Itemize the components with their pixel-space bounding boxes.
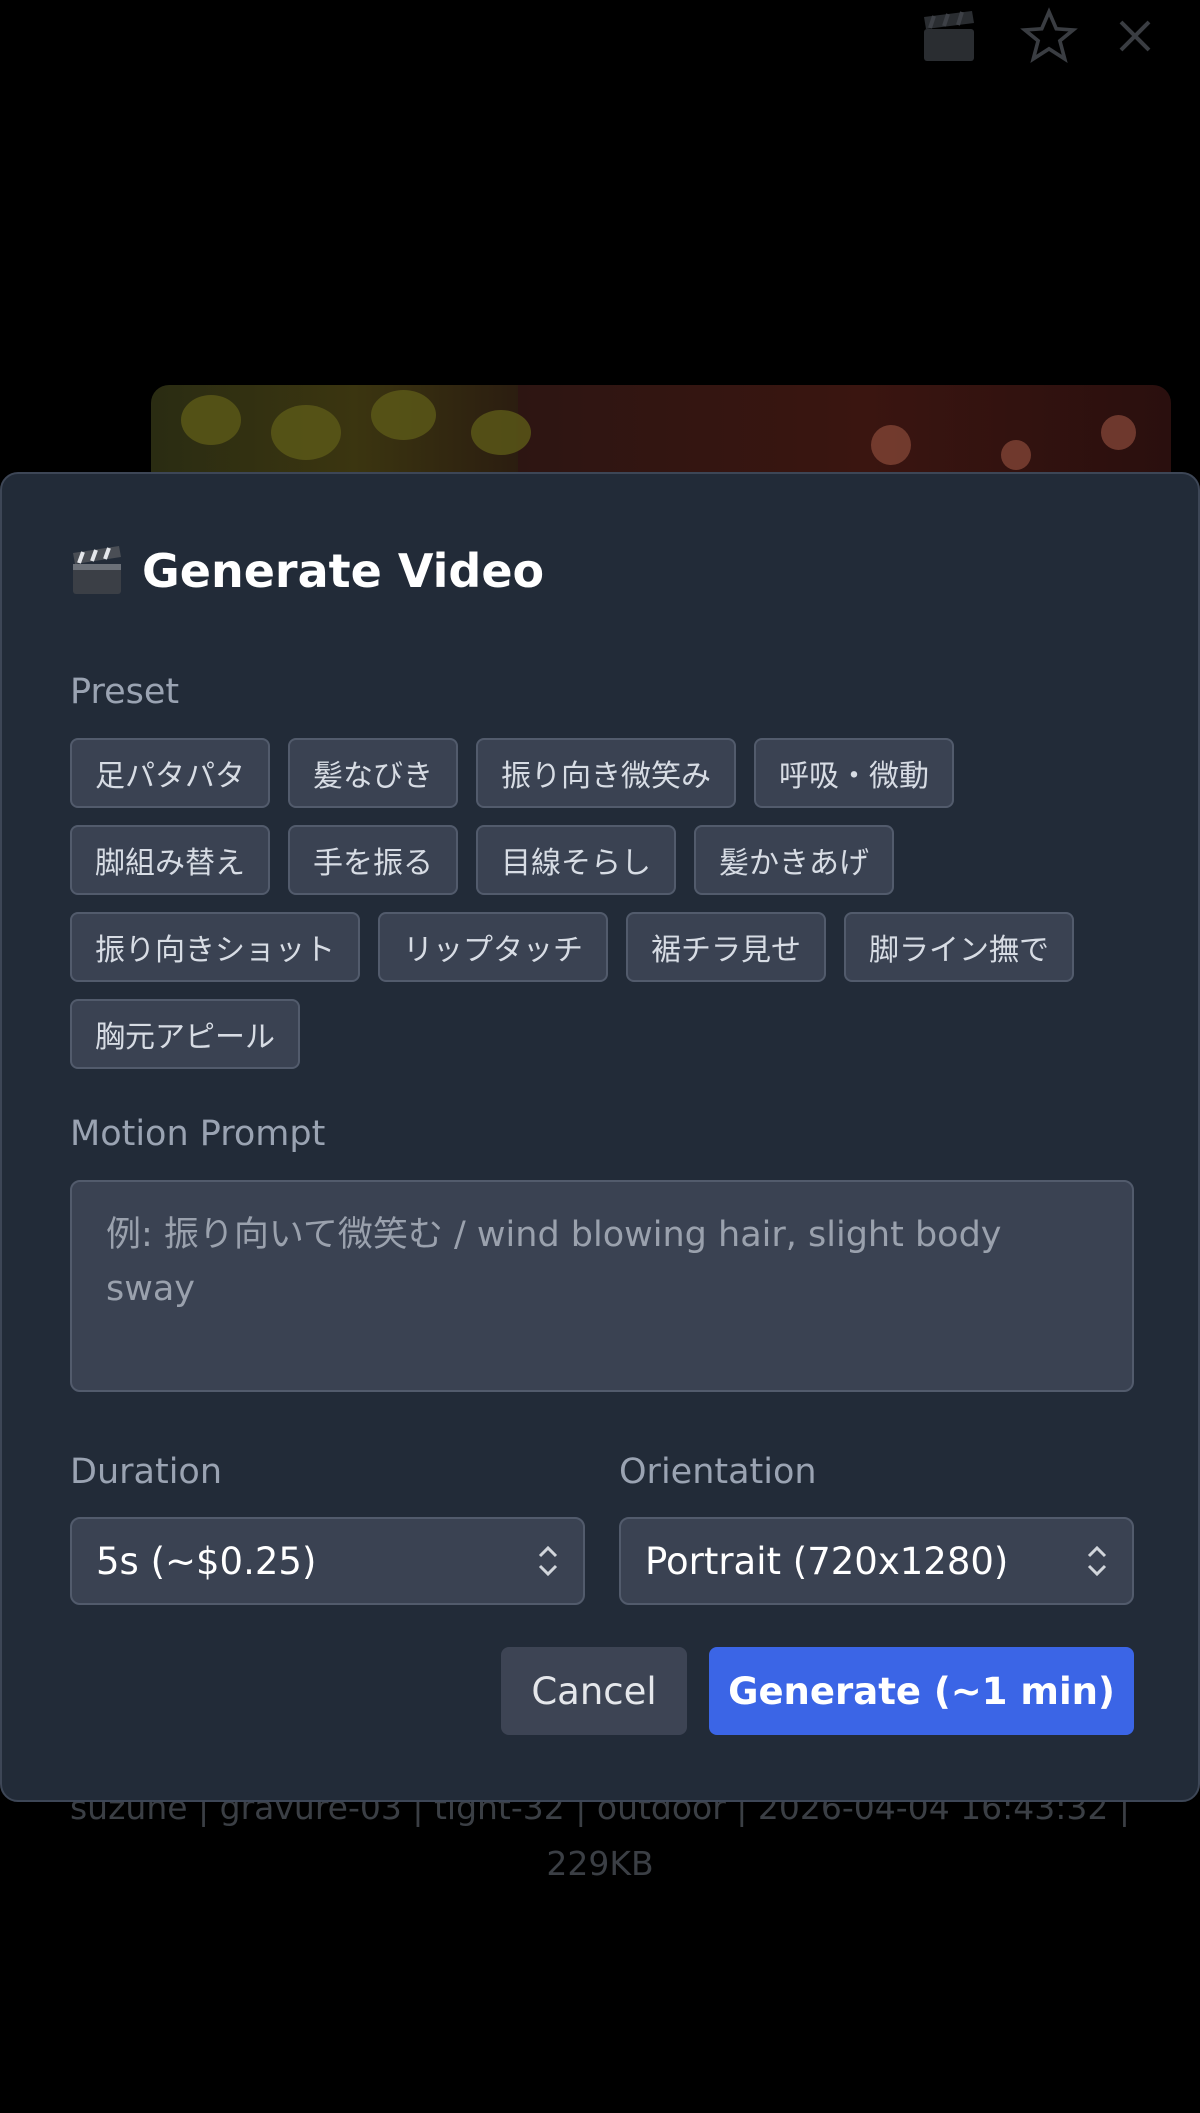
dialog-title-text: Generate Video [142, 544, 545, 598]
preset-chip[interactable]: 脚ライン撫で [844, 912, 1074, 982]
star-icon[interactable] [1014, 6, 1084, 66]
preset-chip[interactable]: 髪なびき [288, 738, 458, 808]
orientation-select[interactable]: Portrait (720x1280) [619, 1517, 1134, 1605]
preset-chip[interactable]: 髪かきあげ [694, 825, 894, 895]
generate-video-dialog: Generate Video Preset 足パタパタ 髪なびき 振り向き微笑み 呼吸… [0, 472, 1200, 1802]
motion-prompt-label: Motion Prompt [70, 1114, 326, 1154]
chevron-up-down-icon [1087, 1545, 1107, 1577]
duration-value: 5s (~$0.25) [96, 1539, 317, 1583]
preset-chip[interactable]: 目線そらし [476, 825, 676, 895]
dialog-title: Generate Video [70, 538, 544, 604]
metadata-size: 229KB [546, 1844, 654, 1883]
preset-chip[interactable]: 足パタパタ [70, 738, 270, 808]
duration-select[interactable]: 5s (~$0.25) [70, 1517, 585, 1605]
preset-chip[interactable]: 裾チラ見せ [626, 912, 826, 982]
cancel-button[interactable]: Cancel [501, 1647, 687, 1735]
close-icon[interactable] [1100, 6, 1170, 66]
preset-chip[interactable]: 手を振る [288, 825, 458, 895]
preset-list: 足パタパタ 髪なびき 振り向き微笑み 呼吸・微動脚組み替え 手を振る 目線そらし 髪かきあげ… [70, 738, 1140, 1069]
preset-chip[interactable]: 胸元アピール [70, 999, 300, 1069]
preset-chip[interactable]: 脚組み替え [70, 825, 270, 895]
preset-chip[interactable]: リップタッチ [378, 912, 608, 982]
orientation-label: Orientation [619, 1452, 817, 1492]
preset-chip[interactable]: 振り向きショット [70, 912, 360, 982]
motion-prompt-input[interactable] [70, 1180, 1134, 1392]
clapperboard-icon [73, 546, 121, 594]
chevron-up-down-icon [538, 1545, 558, 1577]
preset-chip[interactable]: 振り向き微笑み [476, 738, 736, 808]
orientation-value: Portrait (720x1280) [645, 1539, 1009, 1583]
clapperboard-icon[interactable] [914, 6, 984, 66]
preset-label: Preset [70, 672, 180, 712]
generate-button[interactable]: Generate (~1 min) [709, 1647, 1134, 1735]
top-bar [0, 0, 1200, 80]
duration-label: Duration [70, 1452, 223, 1492]
preset-chip[interactable]: 呼吸・微動 [754, 738, 954, 808]
